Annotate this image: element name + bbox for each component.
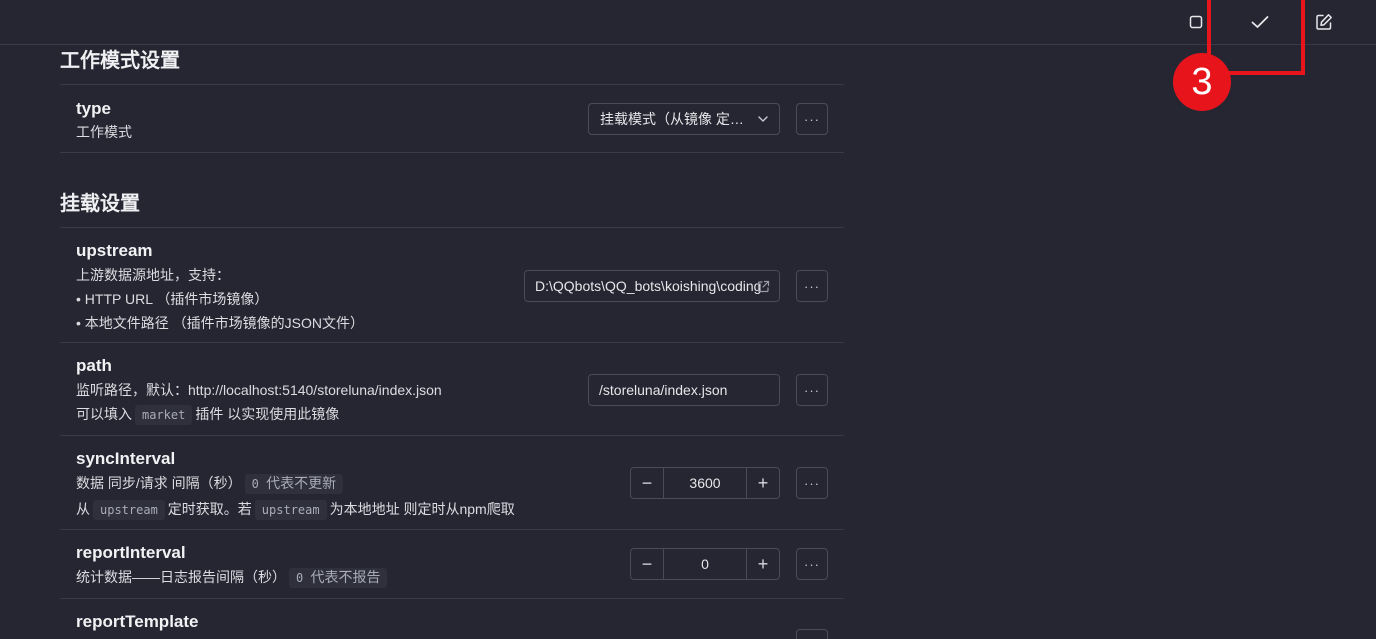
step-marker: 3 — [1173, 53, 1231, 111]
code-snippet: upstream — [254, 500, 327, 520]
desc-text: 为本地地址 则定时从npm爬取 — [329, 501, 515, 517]
check-icon[interactable] — [1246, 8, 1274, 36]
upstream-input[interactable]: D:\QQbots\QQ_bots\koishing\coding — [524, 270, 780, 302]
external-link-icon[interactable] — [757, 280, 770, 293]
more-button[interactable]: ··· — [796, 548, 828, 580]
section-title-mount: 挂载设置 — [60, 193, 140, 215]
stepper-value[interactable]: 0 — [664, 549, 746, 579]
input-value: D:\QQbots\QQ_bots\koishing\coding — [535, 278, 762, 294]
setting-row-sync-interval: syncInterval 数据 同步/请求 间隔（秒） 0 代表不更新 从 upst… — [60, 435, 844, 530]
setting-name: syncInterval — [76, 449, 176, 468]
square-icon[interactable] — [1182, 8, 1210, 36]
code-snippet: market — [135, 405, 193, 425]
more-button[interactable]: ··· — [796, 103, 828, 135]
desc-text: 从 — [76, 501, 90, 517]
setting-name: reportTemplate — [76, 612, 199, 631]
setting-name: reportInterval — [76, 543, 186, 562]
select-value: 挂载模式（从镜像 定时获取） — [600, 111, 780, 127]
desc-text: 插件 以实现使用此镜像 — [195, 406, 340, 422]
setting-desc-line: • HTTP URL （插件市场镜像） — [76, 291, 269, 307]
setting-row-path: path 监听路径，默认：http://localhost:5140/store… — [60, 342, 844, 436]
path-input[interactable]: /storeluna/index.json — [588, 374, 780, 406]
setting-name: type — [76, 99, 111, 118]
more-button[interactable]: ··· — [796, 270, 828, 302]
top-toolbar — [0, 0, 1376, 45]
setting-desc-line: • 本地文件路径 （插件市场镜像的JSON文件） — [76, 315, 365, 331]
setting-name: path — [76, 356, 112, 375]
chevron-down-icon — [758, 116, 768, 122]
more-button[interactable]: ··· — [796, 374, 828, 406]
code-snippet: upstream — [93, 500, 165, 520]
setting-desc: 工作模式 — [76, 124, 132, 140]
desc-text: 统计数据——日志报告间隔（秒） — [76, 569, 286, 585]
decrement-button[interactable]: − — [631, 468, 664, 498]
desc-text: 可以填入 — [76, 406, 132, 422]
increment-button[interactable]: + — [746, 468, 779, 498]
setting-desc-line: 从 upstream 定时获取。若 upstream 为本地地址 则定时从npm爬取 — [76, 497, 515, 522]
setting-row-upstream: upstream 上游数据源地址，支持： • HTTP URL （插件市场镜像）… — [60, 227, 844, 343]
setting-desc-line: 数据 同步/请求 间隔（秒） 0 代表不更新 — [76, 471, 346, 496]
setting-row-type: type 工作模式 挂载模式（从镜像 定时获取） ··· — [60, 84, 844, 153]
code-snippet: 0 代表不更新 — [244, 474, 344, 494]
setting-desc-line: 可以填入 market 插件 以实现使用此镜像 — [76, 402, 339, 427]
setting-desc-line: 上游数据源地址，支持： — [76, 267, 230, 283]
setting-desc-line: 监听路径，默认：http://localhost:5140/storeluna/… — [76, 382, 442, 398]
type-select[interactable]: 挂载模式（从镜像 定时获取） — [588, 103, 780, 135]
stepper-value[interactable]: 3600 — [664, 468, 746, 498]
edit-icon[interactable] — [1310, 8, 1338, 36]
setting-desc-line: 统计数据——日志报告间隔（秒） 0 代表不报告 — [76, 565, 390, 590]
setting-row-report-template: reportTemplate — [60, 598, 844, 639]
setting-name: upstream — [76, 241, 153, 260]
code-snippet: 0 代表不报告 — [289, 568, 388, 588]
sync-interval-stepper: − 3600 + — [630, 467, 780, 499]
desc-text: 数据 同步/请求 间隔（秒） — [76, 475, 242, 491]
section-title-work-mode: 工作模式设置 — [60, 50, 180, 72]
decrement-button[interactable]: − — [631, 549, 664, 579]
desc-text: 定时获取。若 — [167, 501, 252, 517]
report-interval-stepper: − 0 + — [630, 548, 780, 580]
increment-button[interactable]: + — [746, 549, 779, 579]
setting-row-report-interval: reportInterval 统计数据——日志报告间隔（秒） 0 代表不报告 − … — [60, 529, 844, 599]
more-button[interactable]: ··· — [796, 467, 828, 499]
